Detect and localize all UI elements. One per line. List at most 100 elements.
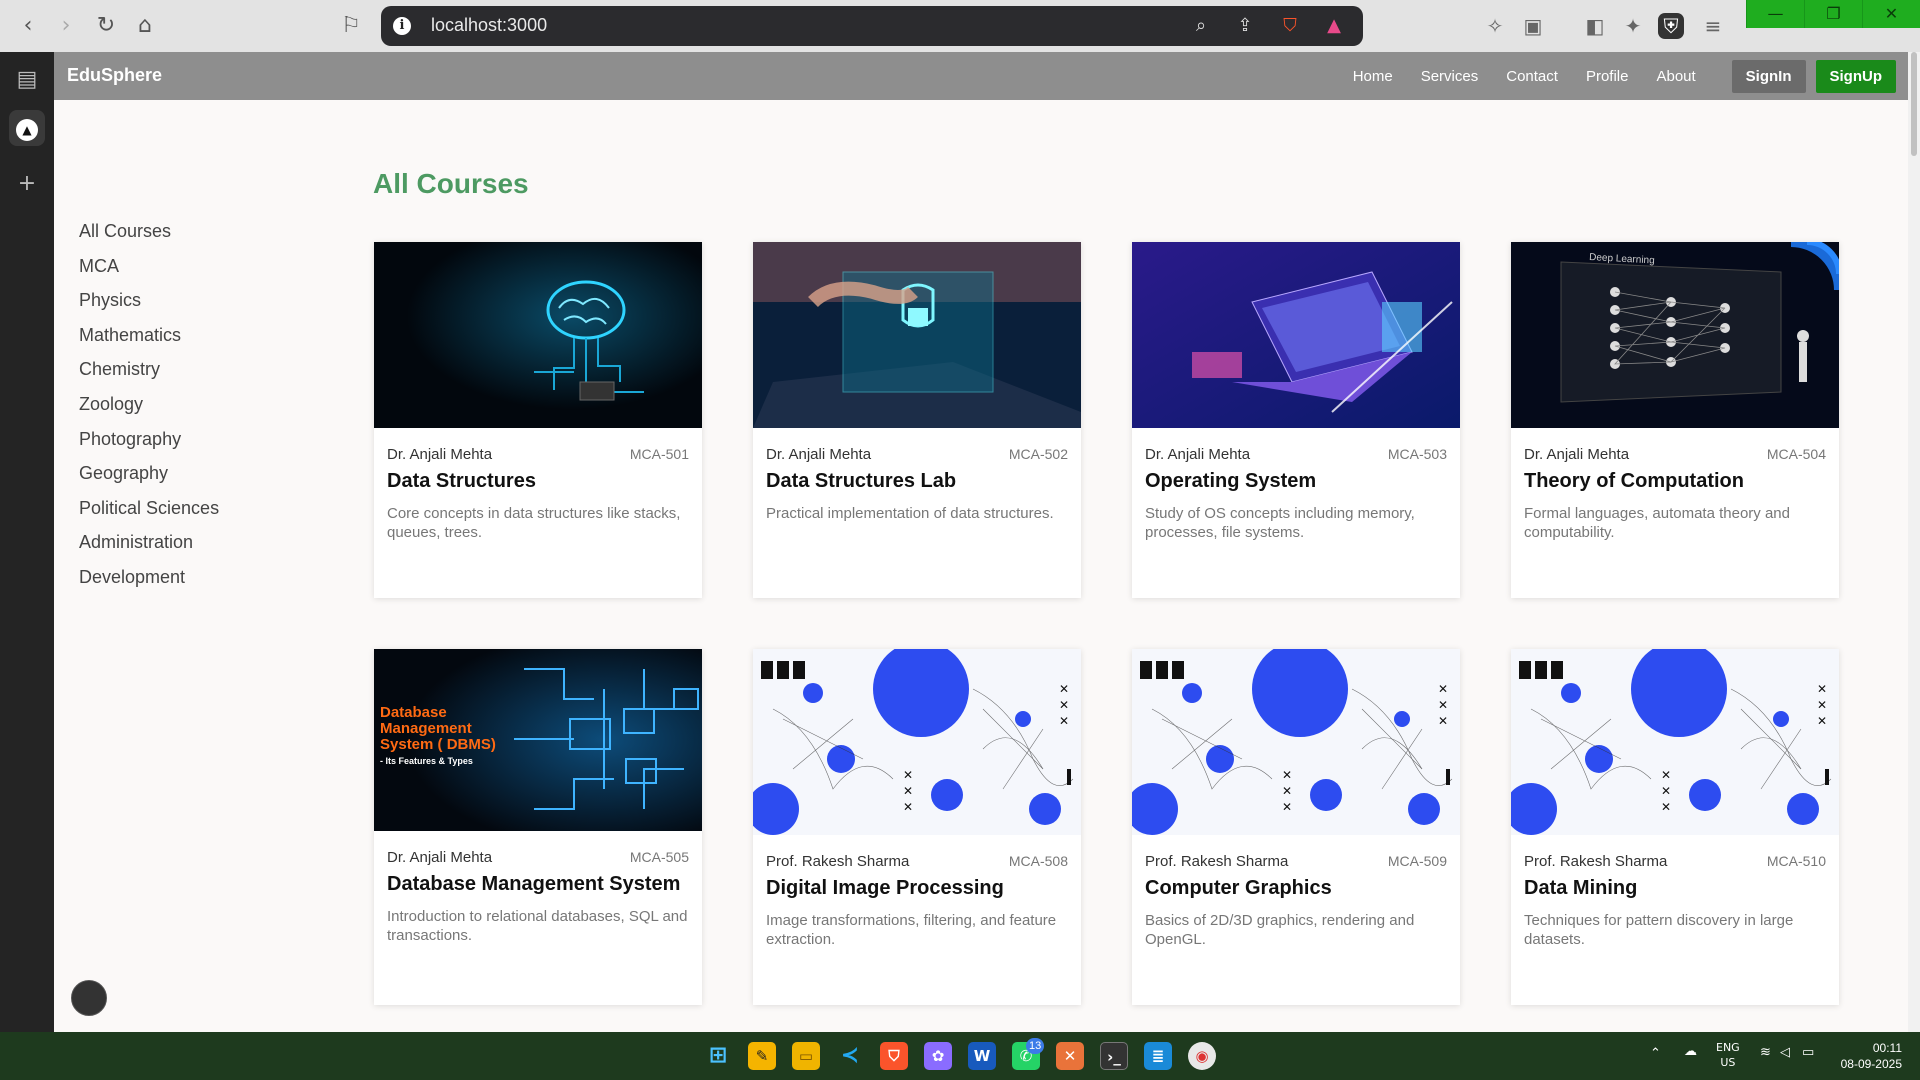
category-zoology[interactable]: Zoology (79, 391, 319, 426)
restore-button[interactable]: ❐ (1804, 0, 1862, 28)
nav-profile[interactable]: Profile (1586, 68, 1629, 85)
vscode-icon[interactable]: ≺ (836, 1042, 864, 1070)
address-url[interactable]: localhost:3000 (431, 15, 547, 36)
close-button[interactable]: ✕ (1862, 0, 1920, 28)
extensions-icon[interactable]: ✧ (1482, 13, 1508, 39)
aria-app-icon[interactable]: ▲ (9, 110, 45, 146)
system-clock[interactable]: 00:11 08-09-2025 (1841, 1040, 1902, 1072)
add-panel-icon[interactable]: + (9, 166, 45, 202)
course-image-blue-pattern: ✕ ✕ ✕ ✕ ✕ ✕ (1132, 649, 1460, 835)
tray-chevron-icon[interactable]: ⌃ (1650, 1046, 1661, 1061)
course-meta: Dr. Anjali Mehta MCA-504 (1524, 446, 1826, 463)
category-administration[interactable]: Administration (79, 529, 319, 564)
dbms-title-line1: Database (380, 704, 447, 721)
category-development[interactable]: Development (79, 564, 319, 599)
terminal-icon[interactable]: ›_ (1100, 1042, 1128, 1070)
svg-text:✕: ✕ (903, 768, 913, 782)
category-physics[interactable]: Physics (79, 287, 319, 322)
minimize-button[interactable]: — (1746, 0, 1804, 28)
forward-icon[interactable]: › (54, 14, 78, 38)
bookmark-icon[interactable]: ⚐ (339, 14, 363, 38)
volume-icon[interactable]: ◁ (1780, 1045, 1790, 1060)
svg-text:✕: ✕ (903, 800, 913, 814)
file-explorer-icon[interactable]: ▭ (792, 1042, 820, 1070)
nav-services[interactable]: Services (1421, 68, 1479, 85)
svg-text:✕: ✕ (1438, 698, 1448, 712)
floating-action-bubble[interactable] (71, 980, 107, 1016)
course-title[interactable]: Theory of Computation (1524, 470, 1834, 493)
os-taskbar: ⊞ ✎ ▭ ≺ ⛉ ✿ W ✆ 13 ✕ ›_ ≣ ◉ ⌃ ☁ ENG US ≋… (0, 1032, 1920, 1080)
course-title[interactable]: Computer Graphics (1145, 877, 1455, 900)
copilot-icon[interactable]: ✿ (924, 1042, 952, 1070)
reload-icon[interactable]: ↻ (94, 14, 118, 38)
site-info-icon[interactable]: i (393, 17, 411, 35)
menu-icon[interactable]: ≡ (1700, 13, 1726, 39)
brave-rewards-icon[interactable]: ▲ (1323, 15, 1345, 37)
vpn-shield-icon[interactable]: ⛨ (1658, 13, 1684, 39)
svg-text:✕: ✕ (1817, 698, 1827, 712)
course-card[interactable]: ✕ ✕ ✕ ✕ ✕ ✕ Prof. Rakesh Sharma MCA-508 Digit… (753, 649, 1081, 1005)
onedrive-icon[interactable]: ☁ (1684, 1044, 1697, 1059)
sidebar-toggle-icon[interactable]: ◧ (1582, 13, 1608, 39)
course-code: MCA-503 (1387, 446, 1447, 462)
category-mca[interactable]: MCA (79, 253, 319, 288)
notepad-icon[interactable]: ≣ (1144, 1042, 1172, 1070)
category-chemistry[interactable]: Chemistry (79, 356, 319, 391)
course-title[interactable]: Operating System (1145, 470, 1455, 493)
svg-text:✕: ✕ (1282, 784, 1292, 798)
svg-text:✕: ✕ (1438, 714, 1448, 728)
language-indicator[interactable]: ENG US (1716, 1040, 1740, 1070)
course-card[interactable]: Dr. Anjali Mehta MCA-503 Operating Syste… (1132, 242, 1460, 598)
course-code: MCA-510 (1766, 853, 1826, 869)
nav-home[interactable]: Home (1353, 68, 1393, 85)
svg-text:✕: ✕ (1817, 714, 1827, 728)
course-title[interactable]: Database Management System (387, 873, 697, 896)
nav-about[interactable]: About (1656, 68, 1695, 85)
category-all-courses[interactable]: All Courses (79, 218, 319, 253)
windows-start-icon[interactable]: ⊞ (704, 1042, 732, 1070)
course-card[interactable]: Dr. Anjali Mehta MCA-501 Data Structures… (374, 242, 702, 598)
share-icon[interactable]: ⇪ (1234, 15, 1256, 37)
address-bar[interactable]: i localhost:3000 ⌕ ⇪ ⛉ ▲ (381, 6, 1363, 46)
sticky-notes-icon[interactable]: ✎ (748, 1042, 776, 1070)
course-description: Core concepts in data structures like st… (387, 505, 681, 541)
course-card[interactable]: ✕ ✕ ✕ ✕ ✕ ✕ Prof. Rakesh Sharma MCA-510 Data … (1511, 649, 1839, 1005)
brave-shield-icon[interactable]: ⛉ (1279, 15, 1301, 37)
category-mathematics[interactable]: Mathematics (79, 322, 319, 357)
course-title[interactable]: Data Mining (1524, 877, 1834, 900)
course-title[interactable]: Digital Image Processing (766, 877, 1076, 900)
course-description: Formal languages, automata theory and co… (1524, 505, 1790, 541)
course-image-isometric-laptop (1132, 242, 1460, 428)
svg-text:✕: ✕ (1661, 768, 1671, 782)
back-icon[interactable]: ‹ (16, 14, 40, 38)
zoom-icon[interactable]: ⌕ (1190, 15, 1212, 37)
battery-icon[interactable]: ▭ (1802, 1045, 1814, 1060)
course-card[interactable]: Deep Learning Dr. Anjali Mehta MCA-504 T… (1511, 242, 1839, 598)
brand-logo[interactable]: EduSphere (67, 65, 162, 86)
course-image-blue-pattern: ✕ ✕ ✕ ✕ ✕ ✕ (753, 649, 1081, 835)
home-icon[interactable]: ⌂ (133, 14, 157, 38)
chrome-icon[interactable]: ◉ (1188, 1042, 1216, 1070)
nav-contact[interactable]: Contact (1506, 68, 1558, 85)
media-icon[interactable]: ▣ (1520, 13, 1546, 39)
wifi-icon[interactable]: ≋ (1760, 1045, 1771, 1060)
page-scrollbar[interactable] (1908, 52, 1920, 1032)
sidebar-panel-icon[interactable]: ▤ (9, 62, 45, 98)
scrollbar-thumb[interactable] (1911, 52, 1917, 156)
brave-browser-icon[interactable]: ⛉ (880, 1042, 908, 1070)
course-card[interactable]: Database Management System ( DBMS) - Its… (374, 649, 702, 1005)
signin-button[interactable]: SignIn (1731, 59, 1806, 93)
category-photography[interactable]: Photography (79, 426, 319, 461)
course-title[interactable]: Data Structures (387, 470, 697, 493)
course-title[interactable]: Data Structures Lab (766, 470, 1076, 493)
word-icon[interactable]: W (968, 1042, 996, 1070)
category-political-sciences[interactable]: Political Sciences (79, 495, 319, 530)
dbms-subtitle: - Its Features & Types (380, 756, 473, 766)
xampp-icon[interactable]: ✕ (1056, 1042, 1084, 1070)
course-card[interactable]: ✕ ✕ ✕ ✕ ✕ ✕ Prof. Rakesh Sharma MCA-509 Compu… (1132, 649, 1460, 1005)
signup-button[interactable]: SignUp (1815, 59, 1896, 93)
leo-ai-icon[interactable]: ✦ (1620, 13, 1646, 39)
course-card[interactable]: Dr. Anjali Mehta MCA-502 Data Structures… (753, 242, 1081, 598)
svg-text:✕: ✕ (1817, 682, 1827, 696)
category-geography[interactable]: Geography (79, 460, 319, 495)
